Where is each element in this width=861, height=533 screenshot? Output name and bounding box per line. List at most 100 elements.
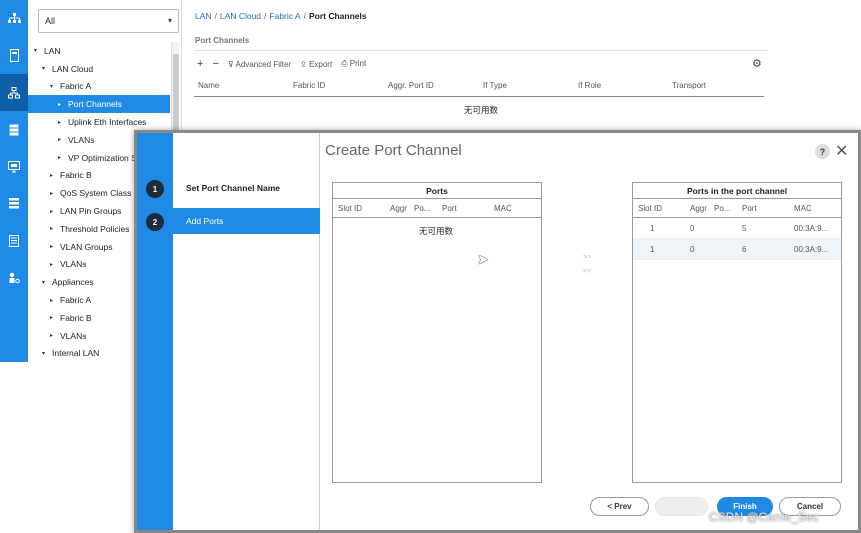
prev-button[interactable]: < Prev (590, 497, 649, 516)
chevron-right-icon[interactable]: ▸ (50, 297, 60, 304)
tree-filter-select[interactable]: All ▾ (38, 9, 179, 33)
network-icon[interactable] (0, 0, 28, 37)
column-header-name[interactable]: Name (198, 81, 219, 90)
tree-item-label: QoS System Class (60, 188, 132, 199)
chevron-right-icon[interactable]: ▸ (50, 261, 60, 268)
column-header-transport[interactable]: Transport (672, 81, 706, 90)
ports-in-channel-columns: Slot ID Aggr Po... Port MAC (633, 199, 841, 218)
breadcrumb-separator: / (264, 11, 267, 21)
column-header-slot-id[interactable]: Slot ID (338, 204, 362, 213)
column-header-port[interactable]: Port (742, 204, 757, 213)
chevron-right-icon[interactable]: ▸ (50, 225, 60, 232)
chevron-right-icon[interactable]: ▸ (50, 208, 60, 215)
export-label: Export (309, 59, 333, 69)
next-button[interactable]: Next > (655, 497, 708, 516)
export-button[interactable]: ⇪ Export (300, 60, 332, 69)
chevron-right-icon[interactable]: ▸ (58, 101, 68, 108)
column-header-aggr[interactable]: Aggr (390, 204, 407, 213)
tree-item[interactable]: ▾ Fabric A (28, 78, 170, 96)
chevron-down-icon: ▾ (167, 16, 172, 25)
cell-port: 5 (742, 224, 747, 233)
column-header-if-type[interactable]: If Type (483, 81, 507, 90)
breadcrumb-item-lan-cloud[interactable]: LAN Cloud (220, 11, 261, 21)
add-button[interactable]: + (197, 58, 203, 70)
ports-in-channel-header: Ports in the port channel (633, 183, 841, 199)
add-to-channel-button[interactable]: >> (583, 251, 591, 265)
lan-icon[interactable] (0, 74, 28, 111)
vm-icon[interactable] (0, 148, 28, 185)
advanced-filter-button[interactable]: ⊽ Advanced Filter (228, 60, 291, 69)
column-header-mac[interactable]: MAC (494, 204, 512, 213)
table-row[interactable]: 1 0 5 00:3A:9... (633, 218, 841, 239)
column-header-slot-id[interactable]: Slot ID (638, 204, 662, 213)
breadcrumb: LAN / LAN Cloud / Fabric A / Port Channels (195, 11, 367, 21)
chevron-right-icon[interactable]: ▸ (58, 119, 68, 126)
breadcrumb-item-fabric-a[interactable]: Fabric A (269, 11, 300, 21)
user-icon[interactable] (0, 259, 28, 296)
tree-item-label: Uplink Eth Interfaces (68, 117, 147, 128)
print-icon: ⎙ (341, 59, 350, 68)
tree-item-label: Appliances (52, 277, 94, 288)
column-header-port[interactable]: Port (442, 204, 457, 213)
server-icon[interactable] (0, 37, 28, 74)
tree-item[interactable]: ▸ Uplink Eth Interfaces (28, 113, 170, 131)
empty-table-message: 无可用数 (464, 105, 499, 115)
column-header-po[interactable]: Po... (414, 204, 430, 213)
chevron-down-icon[interactable]: ▾ (50, 83, 60, 90)
chevron-right-icon[interactable]: ▸ (50, 172, 60, 179)
cell-mac: 00:3A:9... (794, 224, 829, 233)
cell-mac: 00:3A:9... (794, 245, 829, 254)
tree-item-label: Internal LAN (52, 348, 100, 359)
help-icon[interactable]: ? (815, 144, 830, 159)
main-content: LAN / LAN Cloud / Fabric A / Port Channels Por… (182, 0, 861, 130)
tree-item-label: Fabric B (60, 170, 92, 181)
gear-icon[interactable]: ⚙ (752, 57, 762, 70)
chevron-right-icon[interactable]: ▸ (50, 332, 60, 339)
chevron-down-icon[interactable]: ▾ (42, 65, 52, 72)
page-title: Port Channels (195, 36, 250, 45)
tree-item[interactable]: ▸ Port Channels (28, 95, 170, 114)
chassis-icon[interactable] (0, 185, 28, 222)
step-set-port-channel-name[interactable]: Set Port Channel Name (173, 175, 320, 201)
filter-icon: ⊽ (227, 59, 236, 69)
print-button[interactable]: ⎙ Print (341, 59, 366, 69)
chevron-right-icon[interactable]: ▸ (50, 243, 60, 250)
advanced-filter-label: Advanced Filter (235, 59, 292, 69)
admin-icon[interactable] (0, 222, 28, 259)
remove-button[interactable]: − (212, 58, 218, 70)
breadcrumb-item-lan[interactable]: LAN (195, 11, 212, 21)
column-header-po[interactable]: Po... (714, 204, 730, 213)
tree-item-label: Fabric B (60, 312, 92, 323)
chevron-right-icon[interactable]: ▸ (58, 136, 68, 143)
chevron-down-icon[interactable]: ▾ (42, 279, 52, 286)
chevron-right-icon[interactable]: ▸ (50, 314, 60, 321)
breadcrumb-separator: / (303, 11, 306, 21)
chevron-down-icon[interactable]: ▾ (34, 47, 44, 54)
table-toolbar: + − ⊽ Advanced Filter ⇪ Export ⎙ Print (197, 58, 366, 70)
column-header-aggr[interactable]: Aggr (690, 204, 707, 213)
chevron-right-icon[interactable]: ▸ (58, 154, 68, 161)
chevron-right-icon[interactable]: ▸ (50, 190, 60, 197)
column-header-aggr-port-id[interactable]: Aggr. Port ID (388, 81, 434, 90)
ports-table: Ports Slot ID Aggr Po... Port MAC 无可用数 (332, 182, 542, 483)
storage-icon[interactable] (0, 111, 28, 148)
tree-item-label: LAN (44, 45, 61, 56)
column-header-mac[interactable]: MAC (794, 204, 812, 213)
column-header-fabric-id[interactable]: Fabric ID (293, 81, 325, 90)
column-header-if-role[interactable]: If Role (578, 81, 601, 90)
table-row[interactable]: 1 0 6 00:3A:9... (633, 239, 841, 260)
close-icon[interactable]: ✕ (835, 141, 848, 161)
step-add-ports[interactable]: Add Ports (173, 208, 320, 234)
remove-from-channel-button[interactable]: << (583, 265, 591, 279)
tree-item-label: LAN Pin Groups (60, 206, 122, 217)
chevron-down-icon[interactable]: ▾ (42, 350, 52, 357)
tree-item[interactable]: ▾ LAN (28, 42, 170, 60)
divider (194, 50, 768, 51)
cell-slot-id: 1 (650, 245, 655, 254)
tree-item-label: VLANs (60, 259, 87, 270)
tree-item-label: VLANs (60, 330, 87, 341)
table-header: Name Fabric ID Aggr. Port ID If Type If … (194, 72, 764, 97)
breadcrumb-separator: / (214, 11, 217, 21)
tree-item[interactable]: ▾ LAN Cloud (28, 60, 170, 78)
tree-item-label: Fabric A (60, 295, 92, 306)
